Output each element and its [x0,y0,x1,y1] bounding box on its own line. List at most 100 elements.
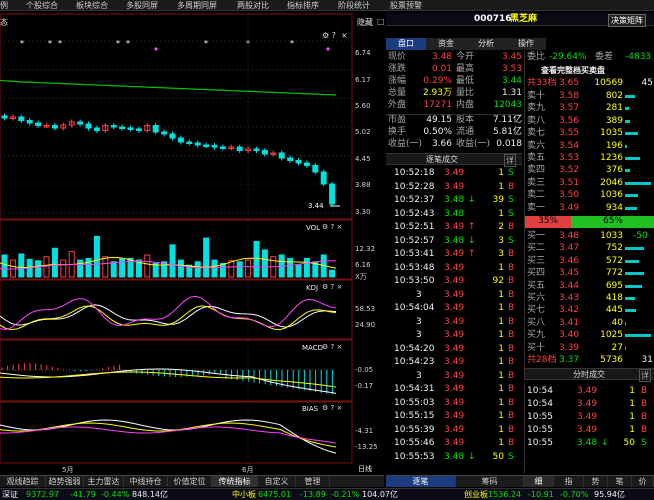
macd-settings-icon[interactable]: ⚙ ? × [322,343,342,351]
kdj-tick: 24.90 [355,321,376,329]
buy-total-label: 共28档 [527,355,557,365]
menu-item-compare[interactable]: 两股对比 [237,0,269,11]
buy-level-price: 3.42 [559,305,580,316]
tab-ticks[interactable]: 逐笔 [386,476,456,487]
menu-item-alert[interactable]: 股票预警 [390,0,422,11]
tab-indicator-4[interactable]: 价值定位 [168,476,212,487]
tab-indicator-6[interactable]: 自定义 [258,476,296,487]
candle-body [219,146,226,149]
tick-side: B [508,222,515,232]
buy-level-bar [625,321,626,325]
price-tick: 3.30 [355,208,371,216]
tab-indicator-0[interactable]: 观线趋踪 [0,476,46,487]
tab-chips[interactable]: 筹码 [456,476,524,487]
price-tick: 6.17 [355,76,371,84]
menu-item-stock-overview[interactable]: 个股综合 [26,0,58,11]
vol-bar [194,261,201,278]
quote-label: 外盘 [388,100,407,110]
order-book: 委比 -29.64% 委差 -4833 查看完整档买卖盘 共33档 3.65 10569 45 卖… [524,51,654,371]
ticks-detail-button[interactable]: 详 [504,154,516,167]
daily-period-label[interactable]: 日线 [358,464,372,474]
buy-level-price: 3.45 [559,268,580,279]
signal-star: * [20,39,24,48]
tab-funds[interactable]: 资金 [426,38,466,50]
vol-bar [177,259,184,278]
tab-index[interactable]: 指 [554,476,584,487]
tab-pen[interactable]: 笔 [608,476,632,487]
tick-arrow: ↓ [468,451,476,462]
tick-time: 10:55:03 [394,397,435,408]
menu-item-stage-stats[interactable]: 阶段统计 [338,0,370,11]
tab-detail[interactable]: 细 [524,476,554,487]
tab-indicator-5[interactable]: 传统指标 [212,476,258,487]
quote-label: 最低 [456,76,475,86]
tick-side: B [508,303,515,313]
close-icon[interactable]: × [341,31,348,40]
buy-level-bar [625,297,636,300]
menu-item-0[interactable]: 例 [0,0,8,11]
tick-time: 10:52:57 [394,235,435,246]
tab-quote[interactable]: 盘口 [386,38,426,50]
buy-level-label: 买九 [527,330,546,341]
tab-price[interactable]: 价 [632,476,654,487]
bias-settings-icon[interactable]: ⚙ ? × [322,404,342,412]
tab-indicator-1[interactable]: 趋势强弱 [46,476,84,487]
tick-time: 10:52:37 [394,195,435,205]
tab-indicator-3[interactable]: 中线持仓 [124,476,168,487]
candle-body [119,126,126,129]
chart-area[interactable]: * * * * * * * * 态 隐藏 □ ⚙ ? × 6.74 6.17 5.60 5.0… [0,13,385,475]
price-low-label: 3.44 [308,202,324,210]
tab-analysis[interactable]: 分析 [466,38,506,50]
candle-body [320,171,327,185]
minute-side: B [641,386,648,396]
price-tick: 4.45 [355,155,371,163]
zx-label: 中小板 [232,490,256,499]
candle-body [312,165,319,173]
menu-item-multi-stock[interactable]: 多股同屏 [126,0,158,11]
fold-button[interactable]: □ [377,17,385,26]
sell-level-price: 3.55 [559,128,580,139]
tick-time: 3 [416,316,422,327]
vol-bar [119,257,126,278]
tick-side: B [508,411,515,421]
buy-level-label: 买一 [527,231,546,241]
tab-indicator-2[interactable]: 主力雷达 [84,476,124,487]
minute-trades-list[interactable]: 10:54 3.49 1 B 10:54 3.49 1 B 10:55 3.49 1 B 10:55 3.… [524,383,654,473]
candle-body [152,125,159,133]
tick-volume: 1 [498,289,504,300]
tab-operation[interactable]: 操作 [506,38,546,50]
vol-bar [93,235,100,278]
tick-price: 3.49 [444,303,465,313]
hide-button[interactable]: 隐藏 [357,17,373,28]
tick-side: B [508,438,515,448]
tick-time: 10:55:53 [394,451,435,462]
vol-bar [18,253,25,278]
tab-indicator-7[interactable]: 管理 [296,476,330,487]
ticks-list[interactable]: 10:52:18 3.49 1 S 10:52:28 3.49 1 B 10:52:37 3.48… [386,168,522,473]
vol-bar [253,240,260,278]
minute-trades-detail-button[interactable]: 详 [639,369,651,382]
sell-level-label: 卖四 [527,165,546,176]
decision-matrix-button[interactable]: 决策矩阵 [608,14,646,27]
full-orderbook-link[interactable]: 查看完整档买卖盘 [541,65,605,76]
candle-body [161,131,168,135]
menu-item-indicator-sort[interactable]: 指标排序 [287,0,319,11]
tab-trend[interactable]: 势 [584,476,608,487]
kdj-settings-icon[interactable]: ⚙ ? × [322,283,342,291]
vol-bar [245,259,252,278]
price-tick: 5.60 [355,102,371,110]
settings-icon[interactable]: ⚙ ? [322,31,336,40]
kdj-panel-label: KDJ [306,284,319,292]
buy-level-bar [625,309,637,313]
bias-panel-label: BIAS [302,405,319,413]
sell-level-label: 卖九 [527,103,546,114]
tick-arrow: ↑ [468,222,476,232]
cy-change: -10.91 [528,490,554,499]
vol-bar [35,260,42,278]
menu-item-sector-overview[interactable]: 板块综合 [76,0,108,11]
buy-level-price: 3.46 [559,255,580,266]
bias-tick: -4.31 [355,427,374,435]
tick-volume: 1 [498,343,504,354]
menu-item-multi-period[interactable]: 多周期同屏 [177,0,217,11]
vol-settings-icon[interactable]: ⚙ ? × [322,223,342,231]
